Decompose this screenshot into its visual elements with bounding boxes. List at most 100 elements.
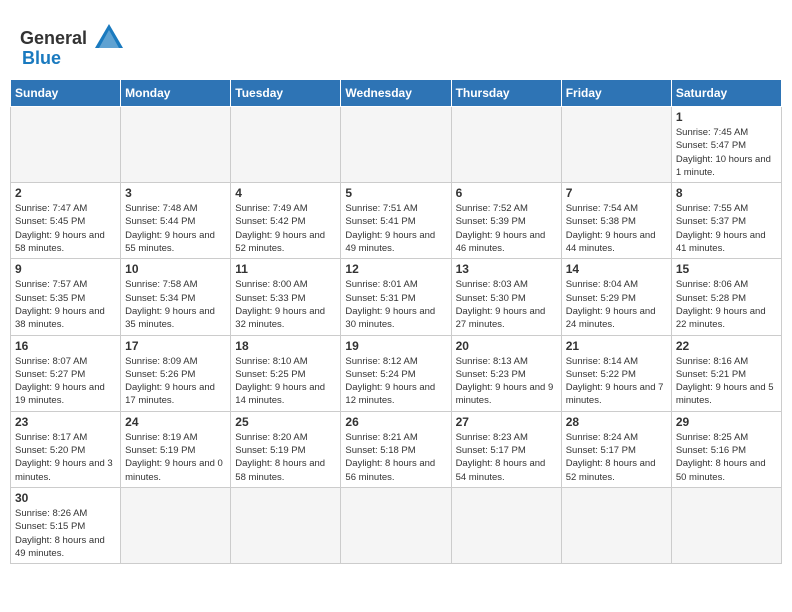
calendar-week-row: 23 Sunrise: 8:17 AM Sunset: 5:20 PM Dayli… (11, 411, 782, 487)
day-info: Sunrise: 8:26 AM Sunset: 5:15 PM Dayligh… (15, 507, 116, 560)
day-number: 16 (15, 339, 116, 353)
day-info: Sunrise: 8:17 AM Sunset: 5:20 PM Dayligh… (15, 431, 116, 484)
calendar-cell: 10Sunrise: 7:58 AM Sunset: 5:34 PM Dayli… (121, 259, 231, 335)
day-info: Sunrise: 8:09 AM Sunset: 5:26 PM Dayligh… (125, 355, 226, 408)
calendar-week-row: 2 Sunrise: 7:47 AM Sunset: 5:45 PM Daylig… (11, 183, 782, 259)
day-info: Sunrise: 8:25 AM Sunset: 5:16 PM Dayligh… (676, 431, 777, 484)
logo: General Blue (20, 20, 127, 69)
calendar-cell: 27Sunrise: 8:23 AM Sunset: 5:17 PM Dayli… (451, 411, 561, 487)
day-number: 19 (345, 339, 446, 353)
day-number: 25 (235, 415, 336, 429)
calendar-cell: 20Sunrise: 8:13 AM Sunset: 5:23 PM Dayli… (451, 335, 561, 411)
day-number: 30 (15, 491, 116, 505)
calendar-cell (341, 107, 451, 183)
day-number: 7 (566, 186, 667, 200)
calendar-table: SundayMondayTuesdayWednesdayThursdayFrid… (10, 79, 782, 564)
day-number: 28 (566, 415, 667, 429)
day-number: 15 (676, 262, 777, 276)
day-number: 11 (235, 262, 336, 276)
calendar-cell: 23 Sunrise: 8:17 AM Sunset: 5:20 PM Dayli… (11, 411, 121, 487)
day-header-friday: Friday (561, 80, 671, 107)
day-info: Sunrise: 8:21 AM Sunset: 5:18 PM Dayligh… (345, 431, 446, 484)
calendar-week-row: 9 Sunrise: 7:57 AM Sunset: 5:35 PM Daylig… (11, 259, 782, 335)
header: General Blue (10, 10, 782, 74)
calendar-cell: 16Sunrise: 8:07 AM Sunset: 5:27 PM Dayli… (11, 335, 121, 411)
day-info: Sunrise: 7:48 AM Sunset: 5:44 PM Dayligh… (125, 202, 226, 255)
day-number: 24 (125, 415, 226, 429)
day-info: Sunrise: 7:47 AM Sunset: 5:45 PM Dayligh… (15, 202, 116, 255)
logo-text: General (20, 28, 87, 49)
day-info: Sunrise: 8:12 AM Sunset: 5:24 PM Dayligh… (345, 355, 446, 408)
day-number: 17 (125, 339, 226, 353)
day-number: 5 (345, 186, 446, 200)
day-number: 4 (235, 186, 336, 200)
calendar-cell: 4 Sunrise: 7:49 AM Sunset: 5:42 PM Daylig… (231, 183, 341, 259)
calendar-cell: 15 Sunrise: 8:06 AM Sunset: 5:28 PM Dayli… (671, 259, 781, 335)
day-info: Sunrise: 8:04 AM Sunset: 5:29 PM Dayligh… (566, 278, 667, 331)
day-number: 13 (456, 262, 557, 276)
calendar-week-row: 1Sunrise: 7:45 AM Sunset: 5:47 PM Daylig… (11, 107, 782, 183)
day-info: Sunrise: 8:03 AM Sunset: 5:30 PM Dayligh… (456, 278, 557, 331)
calendar-cell (561, 487, 671, 563)
calendar-cell: 21 Sunrise: 8:14 AM Sunset: 5:22 PM Dayli… (561, 335, 671, 411)
logo-blue-text: Blue (22, 48, 61, 69)
calendar-cell: 3 Sunrise: 7:48 AM Sunset: 5:44 PM Daylig… (121, 183, 231, 259)
calendar-cell: 18Sunrise: 8:10 AM Sunset: 5:25 PM Dayli… (231, 335, 341, 411)
calendar-cell: 29 Sunrise: 8:25 AM Sunset: 5:16 PM Dayli… (671, 411, 781, 487)
day-info: Sunrise: 7:55 AM Sunset: 5:37 PM Dayligh… (676, 202, 777, 255)
calendar-cell: 2 Sunrise: 7:47 AM Sunset: 5:45 PM Daylig… (11, 183, 121, 259)
calendar-cell: 30 Sunrise: 8:26 AM Sunset: 5:15 PM Dayli… (11, 487, 121, 563)
day-number: 12 (345, 262, 446, 276)
day-info: Sunrise: 7:49 AM Sunset: 5:42 PM Dayligh… (235, 202, 336, 255)
calendar-header-row: SundayMondayTuesdayWednesdayThursdayFrid… (11, 80, 782, 107)
day-header-tuesday: Tuesday (231, 80, 341, 107)
calendar-cell (341, 487, 451, 563)
calendar-cell (451, 107, 561, 183)
day-number: 23 (15, 415, 116, 429)
calendar-cell: 19 Sunrise: 8:12 AM Sunset: 5:24 PM Dayli… (341, 335, 451, 411)
day-header-wednesday: Wednesday (341, 80, 451, 107)
calendar-cell: 17 Sunrise: 8:09 AM Sunset: 5:26 PM Dayli… (121, 335, 231, 411)
day-info: Sunrise: 7:57 AM Sunset: 5:35 PM Dayligh… (15, 278, 116, 331)
day-info: Sunrise: 8:14 AM Sunset: 5:22 PM Dayligh… (566, 355, 667, 408)
day-info: Sunrise: 8:24 AM Sunset: 5:17 PM Dayligh… (566, 431, 667, 484)
calendar-cell: 7 Sunrise: 7:54 AM Sunset: 5:38 PM Daylig… (561, 183, 671, 259)
day-number: 29 (676, 415, 777, 429)
day-number: 1 (676, 110, 777, 124)
calendar-cell: 1Sunrise: 7:45 AM Sunset: 5:47 PM Daylig… (671, 107, 781, 183)
calendar-cell: 14 Sunrise: 8:04 AM Sunset: 5:29 PM Dayli… (561, 259, 671, 335)
calendar-cell: 24 Sunrise: 8:19 AM Sunset: 5:19 PM Dayli… (121, 411, 231, 487)
calendar-cell: 8 Sunrise: 7:55 AM Sunset: 5:37 PM Daylig… (671, 183, 781, 259)
calendar-cell: 9 Sunrise: 7:57 AM Sunset: 5:35 PM Daylig… (11, 259, 121, 335)
day-number: 14 (566, 262, 667, 276)
day-info: Sunrise: 8:06 AM Sunset: 5:28 PM Dayligh… (676, 278, 777, 331)
day-info: Sunrise: 7:51 AM Sunset: 5:41 PM Dayligh… (345, 202, 446, 255)
calendar-cell: 5 Sunrise: 7:51 AM Sunset: 5:41 PM Daylig… (341, 183, 451, 259)
logo-svg (91, 20, 127, 56)
day-number: 20 (456, 339, 557, 353)
day-info: Sunrise: 8:01 AM Sunset: 5:31 PM Dayligh… (345, 278, 446, 331)
calendar-cell: 22Sunrise: 8:16 AM Sunset: 5:21 PM Dayli… (671, 335, 781, 411)
day-info: Sunrise: 8:00 AM Sunset: 5:33 PM Dayligh… (235, 278, 336, 331)
day-number: 2 (15, 186, 116, 200)
calendar-cell (451, 487, 561, 563)
calendar-cell (11, 107, 121, 183)
day-info: Sunrise: 7:58 AM Sunset: 5:34 PM Dayligh… (125, 278, 226, 331)
day-number: 26 (345, 415, 446, 429)
calendar-cell: 6Sunrise: 7:52 AM Sunset: 5:39 PM Daylig… (451, 183, 561, 259)
day-info: Sunrise: 7:54 AM Sunset: 5:38 PM Dayligh… (566, 202, 667, 255)
calendar-cell: 25Sunrise: 8:20 AM Sunset: 5:19 PM Dayli… (231, 411, 341, 487)
day-number: 3 (125, 186, 226, 200)
day-number: 8 (676, 186, 777, 200)
day-number: 9 (15, 262, 116, 276)
calendar-cell: 28 Sunrise: 8:24 AM Sunset: 5:17 PM Dayli… (561, 411, 671, 487)
day-info: Sunrise: 8:19 AM Sunset: 5:19 PM Dayligh… (125, 431, 226, 484)
day-info: Sunrise: 8:16 AM Sunset: 5:21 PM Dayligh… (676, 355, 777, 408)
day-number: 21 (566, 339, 667, 353)
day-header-thursday: Thursday (451, 80, 561, 107)
day-number: 6 (456, 186, 557, 200)
calendar-cell (561, 107, 671, 183)
calendar-cell: 13 Sunrise: 8:03 AM Sunset: 5:30 PM Dayli… (451, 259, 561, 335)
day-header-monday: Monday (121, 80, 231, 107)
calendar-cell (231, 107, 341, 183)
